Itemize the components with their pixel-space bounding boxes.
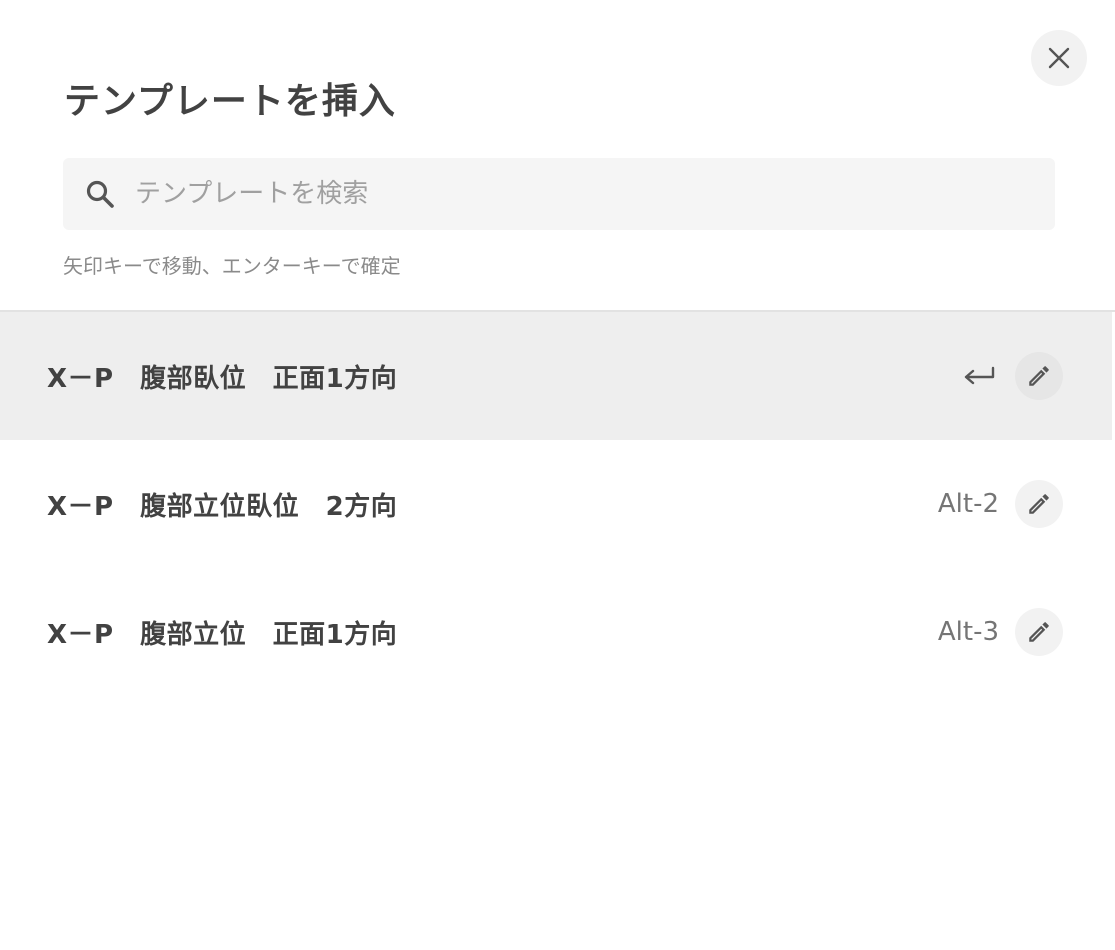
edit-template-button[interactable] bbox=[1015, 480, 1063, 528]
search-icon bbox=[83, 177, 117, 211]
template-label: X－P 腹部立位臥位 2方向 bbox=[47, 491, 398, 522]
item-actions bbox=[961, 312, 1063, 440]
template-item[interactable]: X－P 腹部立位 正面1方向 Alt-3 bbox=[0, 568, 1112, 696]
template-label: X－P 腹部立位 正面1方向 bbox=[47, 619, 398, 650]
template-item[interactable]: X－P 腹部立位臥位 2方向 Alt-2 bbox=[0, 440, 1112, 568]
edit-template-button[interactable] bbox=[1015, 352, 1063, 400]
template-label: X－P 腹部臥位 正面1方向 bbox=[47, 363, 398, 394]
close-icon bbox=[1048, 47, 1070, 69]
edit-template-button[interactable] bbox=[1015, 608, 1063, 656]
insert-template-dialog: テンプレートを挿入 矢印キーで移動、エンターキーで確定 X－P 腹部臥位 正面1… bbox=[0, 0, 1115, 950]
pencil-icon bbox=[1029, 494, 1049, 514]
template-list: X－P 腹部臥位 正面1方向 X－P 腹部立位臥位 2方向 Alt-2 X－P … bbox=[0, 312, 1112, 696]
search-box[interactable] bbox=[63, 158, 1055, 230]
search-input[interactable] bbox=[135, 158, 1055, 230]
close-button[interactable] bbox=[1031, 30, 1087, 86]
item-actions: Alt-3 bbox=[938, 568, 1063, 696]
enter-icon bbox=[961, 364, 997, 388]
template-item[interactable]: X－P 腹部臥位 正面1方向 bbox=[0, 312, 1112, 440]
shortcut-label: Alt-2 bbox=[937, 489, 999, 519]
keyboard-hint: 矢印キーで移動、エンターキーで確定 bbox=[63, 254, 401, 278]
dialog-title: テンプレートを挿入 bbox=[64, 81, 396, 122]
shortcut-label: Alt-3 bbox=[937, 617, 999, 647]
pencil-icon bbox=[1029, 622, 1049, 642]
pencil-icon bbox=[1029, 366, 1049, 386]
item-actions: Alt-2 bbox=[938, 440, 1063, 568]
